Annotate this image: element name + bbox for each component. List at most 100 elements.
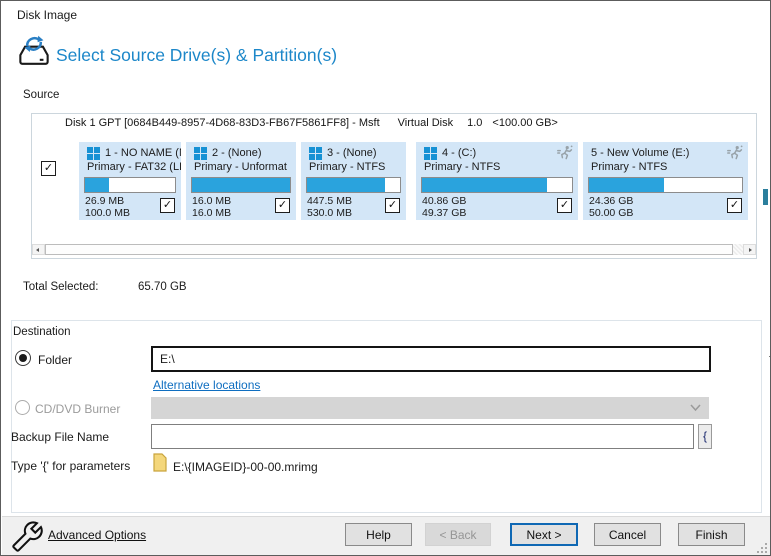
folder-path-value: E:\	[160, 352, 175, 366]
partition-used-size: 40.86 GB	[422, 195, 466, 207]
windows-logo-icon	[309, 147, 322, 160]
disk-type: Virtual Disk	[398, 117, 453, 129]
cancel-button[interactable]: Cancel	[594, 523, 661, 546]
destination-section-label: Destination	[13, 326, 71, 338]
folder-radio-label: Folder	[38, 353, 72, 367]
partition-total-size: 100.0 MB	[85, 207, 130, 219]
partition-checkbox[interactable]: ✓	[275, 198, 290, 213]
partition-tile[interactable]: 5 - New Volume (E:) Primary - NTFS 24.36…	[583, 142, 748, 220]
partition-usage-fill	[589, 178, 664, 192]
partition-usage-bar	[306, 177, 401, 193]
finish-button[interactable]: Finish	[678, 523, 745, 546]
back-button[interactable]: < Back	[425, 523, 491, 546]
disk-image-dialog: Disk Image Select Source Drive(s) & Part…	[0, 0, 771, 556]
partition-label: 2 - (None)	[212, 147, 262, 159]
total-selected-value: 65.70 GB	[138, 281, 187, 293]
partition-label: 1 - NO NAME (N	[105, 147, 181, 159]
partition-tile[interactable]: 3 - (None) Primary - NTFS 447.5 MB 530.0…	[301, 142, 406, 220]
partition-used-size: 16.0 MB	[192, 195, 231, 207]
partition-used-size: 24.36 GB	[589, 195, 633, 207]
backup-file-icon	[153, 453, 167, 472]
cd-dvd-radio-label: CD/DVD Burner	[35, 402, 120, 416]
running-man-icon	[557, 145, 573, 161]
folder-radio[interactable]	[15, 350, 31, 366]
partition-usage-bar	[84, 177, 176, 193]
window-title: Disk Image	[17, 8, 77, 22]
disk-size: <100.00 GB>	[492, 117, 557, 129]
partition-label: 3 - (None)	[327, 147, 377, 159]
vertical-scroll-thumb[interactable]	[763, 189, 768, 205]
partition-usage-fill	[192, 178, 290, 192]
source-section-label: Source	[23, 89, 59, 101]
windows-logo-icon	[194, 147, 207, 160]
disk-name: Disk 1 GPT [0684B449-8957-4D68-83D3-FB67…	[65, 117, 380, 129]
partition-usage-fill	[422, 178, 547, 192]
partition-checkbox[interactable]: ✓	[160, 198, 175, 213]
partition-sizes: 26.9 MB 100.0 MB	[85, 195, 130, 219]
partition-tile[interactable]: 4 - (C:) Primary - NTFS 40.86 GB 49.37 G…	[416, 142, 578, 220]
disk-refresh-icon	[13, 32, 55, 74]
partition-type: Primary - Unformat	[194, 161, 287, 173]
backup-file-path-preview: E:\{IMAGEID}-00-00.mrimg	[173, 460, 318, 474]
partition-tile[interactable]: 1 - NO NAME (N Primary - FAT32 (LBA) 26.…	[79, 142, 181, 220]
scroll-right-button[interactable]	[743, 244, 756, 255]
next-button[interactable]: Next >	[510, 523, 578, 546]
partition-usage-fill	[85, 178, 109, 192]
source-disk-panel: Disk 1 GPT [0684B449-8957-4D68-83D3-FB67…	[31, 113, 757, 259]
windows-logo-icon	[87, 147, 100, 160]
chevron-down-icon	[690, 404, 701, 412]
wrench-icon	[12, 521, 43, 552]
bottom-button-bar: Advanced Options Help < Back Next > Canc…	[2, 516, 771, 556]
partition-type: Primary - NTFS	[591, 161, 667, 173]
scroll-left-button[interactable]	[32, 244, 45, 255]
partition-header: 3 - (None)	[309, 146, 377, 160]
partition-total-size: 16.0 MB	[192, 207, 231, 219]
partition-used-size: 26.9 MB	[85, 195, 130, 207]
partition-usage-bar	[191, 177, 291, 193]
disk-select-checkbox[interactable]: ✓	[41, 161, 56, 176]
insert-parameter-button[interactable]: {	[698, 424, 712, 449]
partition-total-size: 50.00 GB	[589, 207, 633, 219]
windows-logo-icon	[424, 147, 437, 160]
partition-checkbox[interactable]: ✓	[385, 198, 400, 213]
partition-type: Primary - NTFS	[309, 161, 385, 173]
backup-file-name-label: Backup File Name	[11, 430, 109, 444]
parameters-hint-label: Type '{' for parameters	[11, 459, 130, 473]
partition-sizes: 40.86 GB 49.37 GB	[422, 195, 466, 219]
total-selected-label: Total Selected:	[23, 281, 98, 293]
advanced-options-link[interactable]: Advanced Options	[48, 528, 146, 542]
horizontal-scrollbar[interactable]	[32, 244, 756, 255]
partition-usage-bar	[588, 177, 743, 193]
backup-file-name-input[interactable]	[151, 424, 694, 449]
folder-path-combobox[interactable]: E:\	[151, 346, 711, 372]
partition-usage-bar	[421, 177, 573, 193]
partition-tile[interactable]: 2 - (None) Primary - Unformat 16.0 MB 16…	[186, 142, 296, 220]
cd-dvd-radio[interactable]	[15, 400, 30, 415]
disk-version: 1.0	[467, 117, 482, 129]
page-title: Select Source Drive(s) & Partition(s)	[56, 45, 337, 66]
disk-header: Disk 1 GPT [0684B449-8957-4D68-83D3-FB67…	[65, 117, 558, 129]
partition-type: Primary - FAT32 (LBA)	[87, 161, 181, 173]
running-man-icon	[727, 145, 743, 161]
help-button[interactable]: Help	[345, 523, 412, 546]
partition-label: 4 - (C:)	[442, 147, 476, 159]
resize-grip[interactable]	[757, 543, 767, 553]
partition-sizes: 24.36 GB 50.00 GB	[589, 195, 633, 219]
partition-total-size: 49.37 GB	[422, 207, 466, 219]
scrollbar-thumb[interactable]	[45, 244, 733, 255]
partition-header: 1 - NO NAME (N	[87, 146, 181, 160]
cd-dvd-combobox	[151, 397, 709, 419]
partition-header: 5 - New Volume (E:)	[591, 146, 689, 160]
partition-checkbox[interactable]: ✓	[727, 198, 742, 213]
partition-sizes: 447.5 MB 530.0 MB	[307, 195, 352, 219]
partition-header: 4 - (C:)	[424, 146, 476, 160]
partition-checkbox[interactable]: ✓	[557, 198, 572, 213]
partition-type: Primary - NTFS	[424, 161, 500, 173]
partition-header: 2 - (None)	[194, 146, 262, 160]
vertical-scrollbar[interactable]	[758, 113, 771, 259]
partition-used-size: 447.5 MB	[307, 195, 352, 207]
partition-usage-fill	[307, 178, 385, 192]
alternative-locations-link[interactable]: Alternative locations	[153, 378, 260, 392]
partition-label: 5 - New Volume (E:)	[591, 147, 689, 159]
partition-total-size: 530.0 MB	[307, 207, 352, 219]
